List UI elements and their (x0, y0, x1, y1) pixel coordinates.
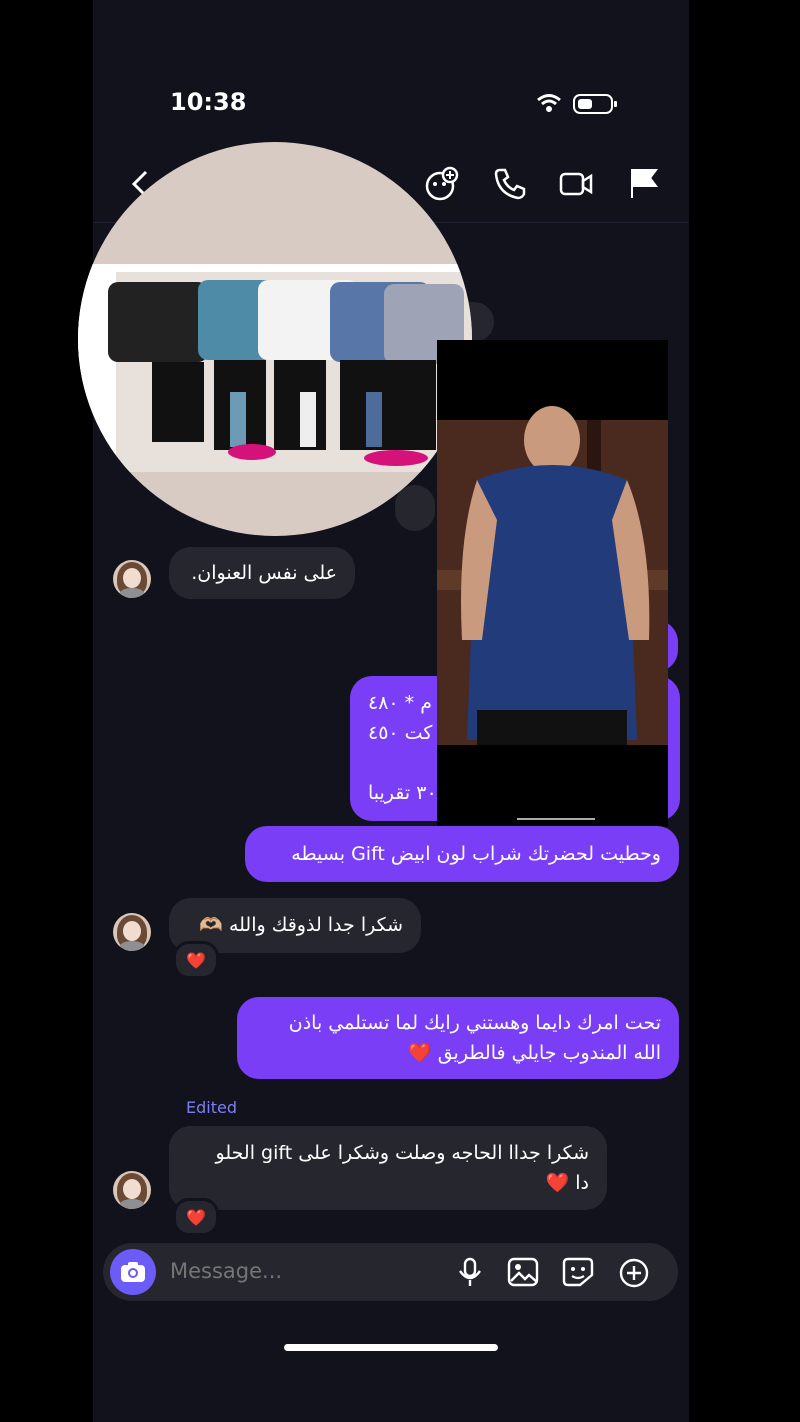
gallery-icon[interactable] (507, 1257, 539, 1287)
video-icon[interactable] (558, 166, 594, 202)
message-text: شكرا جدا لذوقك والله 🫶🏼 (199, 914, 403, 936)
message-incoming: شكرا جداا الحاجه وصلت وشكرا على gift الح… (169, 1126, 607, 1210)
avatar[interactable] (113, 913, 151, 951)
home-indicator[interactable] (284, 1344, 498, 1351)
product-photo[interactable] (437, 340, 668, 827)
message-line: شكرا جداا الحاجه وصلت وشكرا على gift الح… (215, 1142, 589, 1164)
message-text: على نفس العنوان. (191, 562, 337, 584)
message-outgoing: تحت امرك دايما وهستني رايك لما تستلمي با… (237, 997, 679, 1079)
avatar[interactable] (113, 560, 151, 598)
heart-icon: ❤️ (186, 950, 206, 970)
status-time: 10:38 (170, 88, 247, 116)
product-image-circle[interactable] (78, 142, 472, 536)
message-line: دا ❤️ (545, 1172, 589, 1194)
message-incoming: على نفس العنوان. (169, 547, 355, 599)
message-line: تحت امرك دايما وهستني رايك لما تستلمي با… (288, 1012, 661, 1034)
message-text: وحطيت لحضرتك شراب لون ابيض Gift بسيطه (291, 843, 661, 865)
partial-incoming-bubble (395, 485, 435, 531)
message-line: الله المندوب جايلي فالطريق ❤️ (408, 1042, 661, 1064)
avatar-add-icon[interactable] (424, 166, 460, 202)
avatar[interactable] (113, 1171, 151, 1209)
status-icons (537, 94, 617, 114)
camera-button[interactable] (110, 1249, 156, 1295)
wifi-icon (537, 94, 561, 112)
heart-reaction[interactable]: ❤️ (173, 941, 219, 979)
message-outgoing: وحطيت لحضرتك شراب لون ابيض Gift بسيطه (245, 826, 679, 882)
microphone-icon[interactable] (456, 1257, 484, 1287)
add-icon[interactable] (618, 1257, 650, 1289)
phone-icon[interactable] (492, 166, 528, 202)
flag-icon[interactable] (626, 166, 662, 202)
edited-label: Edited (186, 1098, 237, 1117)
sticker-icon[interactable] (562, 1257, 594, 1287)
heart-reaction[interactable]: ❤️ (173, 1198, 219, 1236)
camera-icon (121, 1262, 145, 1282)
heart-icon: ❤️ (186, 1207, 206, 1227)
message-input[interactable] (170, 1259, 420, 1283)
battery-icon (573, 94, 617, 114)
